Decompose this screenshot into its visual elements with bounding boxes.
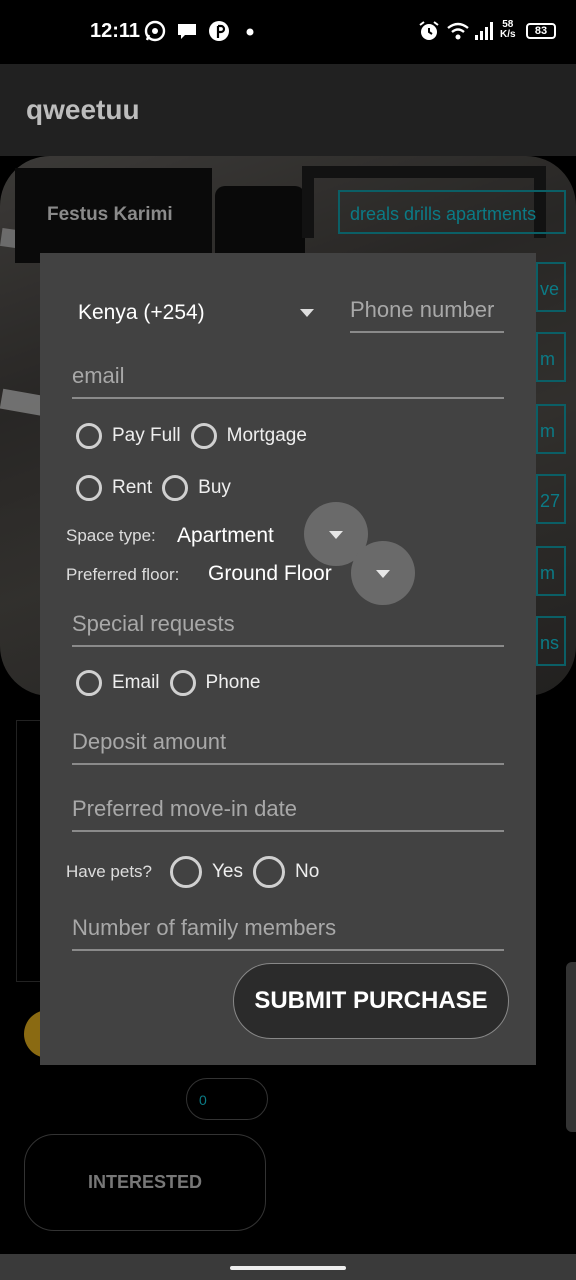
- count-badge: 0: [186, 1078, 268, 1120]
- chevron-down-icon: [329, 531, 343, 539]
- email-field[interactable]: [72, 363, 504, 399]
- pets-label: Have pets?: [66, 862, 152, 881]
- payment-radio-group: Pay Full Mortgage: [76, 423, 317, 449]
- family-members-input[interactable]: [72, 915, 504, 941]
- status-time: 12:11: [90, 20, 141, 42]
- chevron-down-icon: [376, 570, 390, 578]
- chat-icon: [176, 20, 198, 42]
- wifi-icon: [447, 20, 469, 42]
- chevron-down-icon: [300, 309, 314, 317]
- side-link-4: 27: [536, 474, 566, 524]
- special-requests-input[interactable]: [72, 611, 504, 637]
- move-in-date-field[interactable]: [72, 796, 504, 832]
- radio-email[interactable]: Email: [76, 670, 160, 696]
- side-link-1: ve: [536, 262, 566, 312]
- email-input[interactable]: [72, 363, 504, 389]
- move-in-date-input[interactable]: [72, 796, 504, 822]
- side-link-3: m: [536, 404, 566, 454]
- poster-name-box: Festus Karimi: [15, 168, 212, 263]
- battery-icon: 83: [526, 23, 556, 39]
- listing-link: dreals drills apartments: [338, 190, 566, 234]
- radio-circle[interactable]: [76, 475, 102, 501]
- pets-radio-group: Yes No: [170, 856, 329, 888]
- app-title: qweetuu: [26, 94, 140, 125]
- family-members-field[interactable]: [72, 915, 504, 951]
- radio-circle[interactable]: [253, 856, 285, 888]
- country-code-value: Kenya (+254): [78, 301, 205, 324]
- radio-buy[interactable]: Buy: [162, 475, 231, 501]
- side-link-6: ns: [536, 616, 566, 666]
- preferred-floor-label: Preferred floor:: [66, 565, 180, 584]
- side-link-2: m: [536, 332, 566, 382]
- transaction-radio-group: Rent Buy: [76, 475, 241, 501]
- radio-circle[interactable]: [76, 423, 102, 449]
- radio-pets-yes[interactable]: Yes: [170, 856, 243, 888]
- battery-level: 83: [534, 25, 548, 37]
- contact-radio-group: Email Phone: [76, 670, 270, 696]
- deposit-input[interactable]: [72, 729, 504, 755]
- preferred-floor-value[interactable]: Ground Floor: [208, 562, 332, 586]
- radio-pay-full[interactable]: Pay Full: [76, 423, 181, 449]
- poster-name: Festus Karimi: [47, 204, 173, 225]
- special-requests-field[interactable]: [72, 611, 504, 647]
- whatsapp-icon: [144, 20, 166, 42]
- country-code-picker[interactable]: Kenya (+254): [78, 297, 314, 329]
- alarm-icon: [418, 20, 440, 42]
- radio-circle[interactable]: [190, 423, 217, 449]
- deposit-field[interactable]: [72, 729, 504, 765]
- pinterest-icon: [208, 20, 230, 42]
- net-speed-unit: K/s: [500, 29, 516, 40]
- navigation-bar: [0, 1254, 576, 1280]
- space-type-label: Space type:: [66, 526, 156, 545]
- radio-phone[interactable]: Phone: [169, 670, 260, 696]
- radio-circle[interactable]: [76, 670, 102, 696]
- side-link-5: m: [536, 546, 566, 596]
- dot-icon: [246, 28, 254, 36]
- radio-pets-no[interactable]: No: [253, 856, 319, 888]
- scrollbar: [566, 962, 576, 1132]
- radio-mortgage[interactable]: Mortgage: [190, 423, 307, 449]
- radio-rent[interactable]: Rent: [76, 475, 152, 501]
- purchase-dialog: Kenya (+254) Pay Full Mortgage Rent Buy …: [40, 253, 536, 1065]
- radio-circle[interactable]: [170, 856, 202, 888]
- app-bar: qweetuu: [0, 64, 576, 156]
- status-bar: 12:11 58 K/s 83: [0, 0, 576, 64]
- radio-circle[interactable]: [162, 475, 189, 501]
- radio-circle[interactable]: [169, 670, 196, 696]
- submit-purchase-button[interactable]: SUBMIT PURCHASE: [233, 963, 509, 1039]
- signal-icon: [474, 20, 496, 42]
- home-handle[interactable]: [230, 1266, 346, 1270]
- interested-button: INTERESTED: [24, 1134, 266, 1231]
- net-speed: 58 K/s: [500, 20, 516, 40]
- preferred-floor-dropdown[interactable]: [351, 541, 415, 605]
- phone-field[interactable]: [350, 297, 504, 333]
- space-type-value[interactable]: Apartment: [177, 524, 274, 548]
- phone-input[interactable]: [350, 297, 504, 323]
